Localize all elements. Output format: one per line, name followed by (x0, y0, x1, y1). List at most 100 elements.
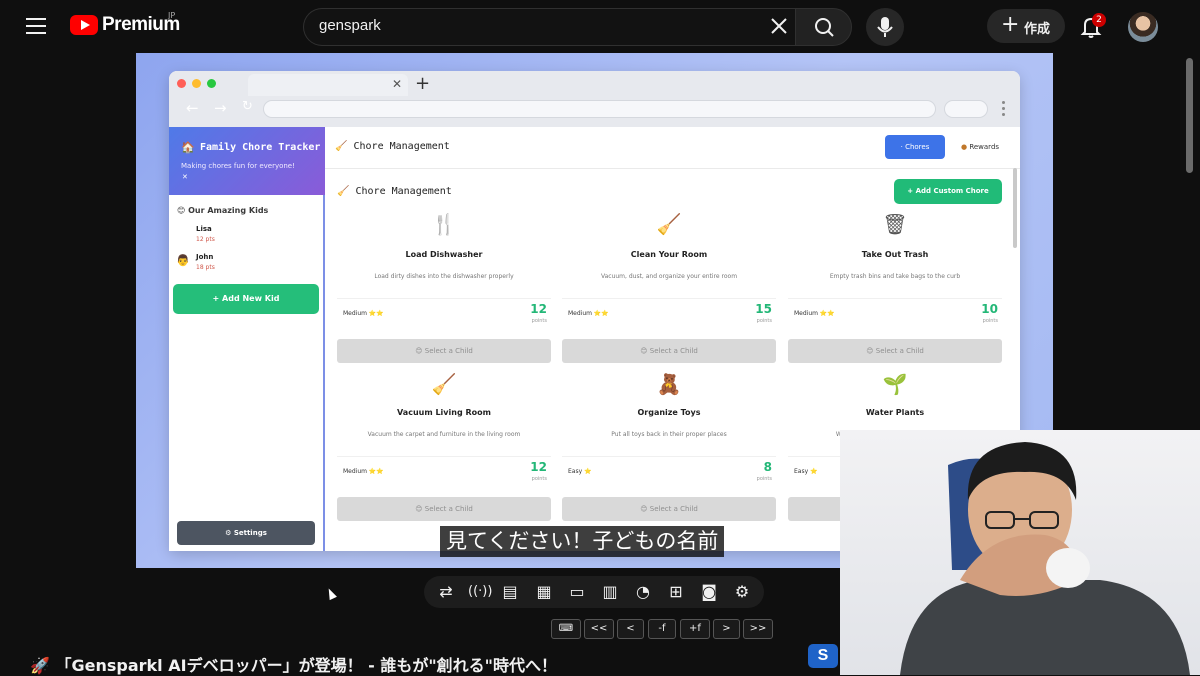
broom-icon: 🧹 (335, 141, 354, 152)
kid-points: 12 pts (196, 236, 215, 243)
new-tab-icon: + (415, 73, 431, 94)
chore-description: Load dirty dishes into the dishwasher pr… (374, 273, 514, 280)
picture-in-picture-icon[interactable]: ▭ (567, 583, 587, 601)
search-input[interactable]: genspark (319, 17, 381, 34)
smiley-icon: 😊 (415, 505, 425, 513)
extension-s-icon[interactable]: S (808, 644, 838, 668)
step-button[interactable]: < (617, 619, 644, 639)
chore-points: 12 (530, 302, 547, 316)
video-title: 🚀 「Gensparkl AIデベロッパー」が登場！ - 誰もが"創れる"時代へ… (30, 656, 558, 675)
app-scrollbar[interactable] (1013, 168, 1017, 248)
difficulty-label: Medium ⭐⭐ (343, 468, 384, 475)
kid-name[interactable]: Lisa (196, 225, 212, 233)
forward-arrow-icon: → (214, 99, 227, 117)
chore-title: Vacuum Living Room (397, 408, 491, 417)
presenter-image (900, 442, 1190, 675)
kids-heading: 😊 Our Amazing Kids (177, 206, 269, 215)
app-subtitle: Making chores fun for everyone! (181, 162, 295, 170)
points-unit: points (756, 318, 772, 324)
kid-points: 18 pts (196, 264, 215, 271)
broadcast-icon[interactable]: ((·)) (468, 583, 492, 601)
chore-points: 12 (530, 460, 547, 474)
header-divider (325, 168, 1020, 169)
speed-gauge-icon[interactable]: ◔ (633, 583, 653, 601)
step-button[interactable]: >> (743, 619, 773, 639)
search-button[interactable] (795, 8, 852, 46)
menu-icon[interactable] (26, 18, 46, 34)
points-unit: points (531, 476, 547, 482)
step-button[interactable]: << (584, 619, 614, 639)
keyboard-icon[interactable]: ⌨ (551, 619, 581, 639)
points-unit: points (756, 476, 772, 482)
chore-card: 🗑 Take Out Trash Empty trash bins and ta… (788, 212, 1002, 364)
youtube-logo-icon[interactable] (70, 15, 98, 35)
step-button[interactable]: +f (680, 619, 710, 639)
difficulty-label: Easy ⭐ (794, 468, 818, 475)
youtube-topbar: Premium JP genspark + 作成 2 (0, 0, 1200, 54)
chore-title: Water Plants (865, 408, 925, 417)
loop-icon[interactable]: ⇄ (436, 583, 456, 601)
chore-card: 🧹 Clean Your Room Vacuum, dust, and orga… (562, 212, 776, 364)
back-arrow-icon: ← (186, 99, 199, 117)
close-window-dot-icon (177, 79, 186, 88)
maximize-window-dot-icon (207, 79, 216, 88)
chore-description: Vacuum, dust, and organize your entire r… (600, 273, 738, 280)
select-child-button[interactable]: 😊 Select a Child (337, 339, 551, 363)
clear-search-icon[interactable] (768, 15, 790, 37)
main-header-title: 🧹 Chore Management (335, 141, 450, 152)
tab-chores[interactable]: · Chores (885, 135, 945, 159)
select-child-button[interactable]: 😊 Select a Child (337, 497, 551, 521)
film-strip-icon[interactable]: ▥ (600, 583, 620, 601)
gear-icon[interactable]: ⚙ (732, 583, 752, 601)
add-custom-chore-button[interactable]: + Add Custom Chore (894, 179, 1002, 204)
add-caption-icon[interactable]: ⊞ (666, 583, 686, 601)
plus-icon: + (212, 294, 223, 303)
chore-card: 🍴 Load Dishwasher Load dirty dishes into… (337, 212, 551, 364)
chore-points: 15 (755, 302, 772, 316)
step-button[interactable]: -f (648, 619, 676, 639)
chore-card: 🧸 Organize Toys Put all toys back in the… (562, 372, 776, 522)
sparkle-icon: ✕ (182, 173, 188, 181)
region-code: JP (168, 11, 176, 20)
microphone-icon (877, 17, 893, 37)
settings-button[interactable]: ⚙ Settings (177, 521, 315, 545)
smiley-icon: 😊 (640, 347, 650, 355)
fork-knife-icon: 🍴 (431, 212, 457, 236)
broom-icon: 🧹 (337, 186, 356, 197)
chore-description: Vacuum the carpet and furniture in the l… (367, 431, 521, 438)
section-title: 🧹 Chore Management (337, 186, 452, 197)
kid-name[interactable]: John (196, 253, 213, 261)
house-icon: 🏠 (181, 141, 195, 154)
camera-icon[interactable]: ◙ (699, 583, 719, 601)
chore-meta: Easy ⭐ 8 points (562, 456, 776, 486)
account-avatar[interactable] (1128, 12, 1158, 42)
chore-meta: Medium ⭐⭐ 12 points (337, 456, 551, 486)
add-kid-button[interactable]: + Add New Kid (173, 284, 319, 314)
trash-can-icon: 🗑 (882, 212, 908, 236)
tab-rewards[interactable]: ● Rewards (955, 135, 1005, 159)
clapper-icon[interactable]: ▦ (534, 583, 554, 601)
plus-icon: + (1001, 12, 1020, 37)
chore-meta: Medium ⭐⭐ 12 points (337, 298, 551, 328)
tab-close-icon: ✕ (392, 77, 403, 91)
broom-icon: 🧹 (431, 372, 457, 396)
chore-points: 8 (763, 460, 772, 474)
select-child-button[interactable]: 😊 Select a Child (562, 339, 776, 363)
page-scrollbar[interactable] (1186, 58, 1193, 173)
select-child-button[interactable]: 😊 Select a Child (562, 497, 776, 521)
voice-search-button[interactable] (866, 8, 904, 46)
address-bar (263, 100, 936, 118)
app-title: Family Chore Tracker (200, 142, 321, 153)
step-button[interactable]: > (713, 619, 740, 639)
points-unit: points (531, 318, 547, 324)
difficulty-label: Medium ⭐⭐ (794, 310, 835, 317)
webcam-overlay (840, 430, 1200, 675)
screen-eye-icon[interactable]: ▤ (500, 583, 520, 601)
browser-menu-icon (1002, 101, 1006, 117)
smiley-icon: 😊 (415, 347, 425, 355)
difficulty-label: Medium ⭐⭐ (343, 310, 384, 317)
kid-avatar-icon: 😵 (176, 226, 188, 239)
select-child-button[interactable]: 😊 Select a Child (788, 339, 1002, 363)
smiley-icon: 😊 (640, 505, 650, 513)
chore-description: Put all toys back in their proper places (611, 431, 727, 438)
